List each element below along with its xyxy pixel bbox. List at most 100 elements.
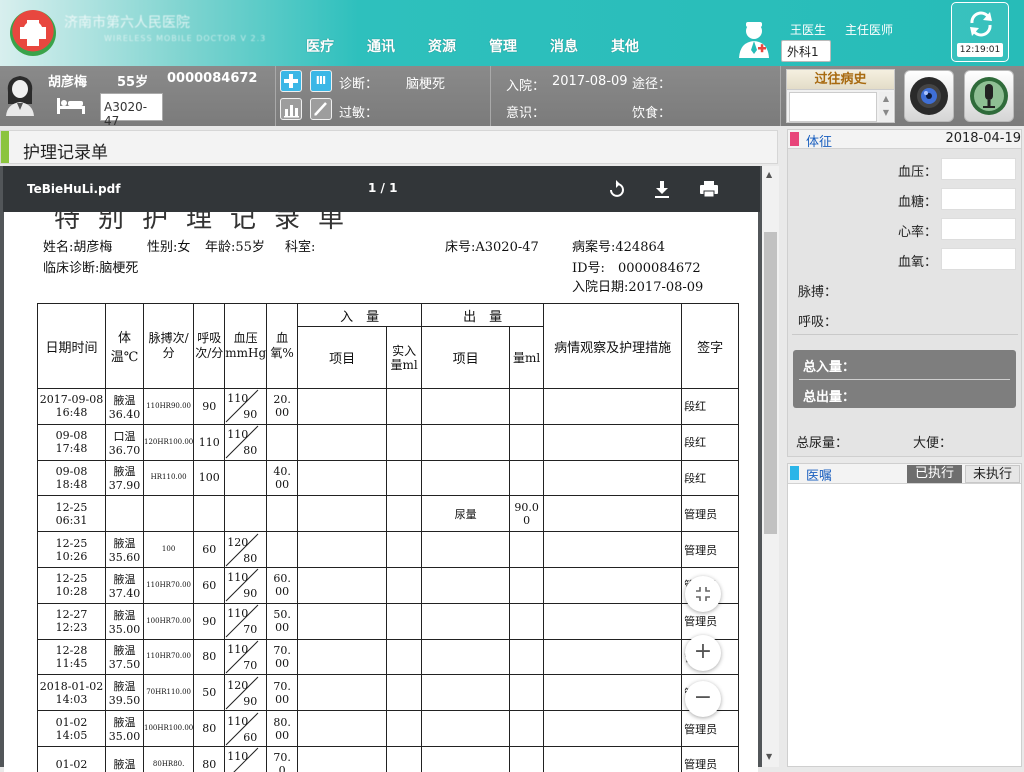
department-line: 科室: [285,236,315,255]
cell-text: 腋温 [106,714,143,730]
cell-temp: 腋温37.90 [106,460,144,496]
edit-button[interactable] [310,98,332,120]
admission-label: 入院： [506,75,545,94]
cell-pulse: 100HR100.00 [144,711,194,747]
cell-text: 段红 [684,470,738,486]
bp-diastolic: 90 [243,587,257,600]
rotate-icon[interactable] [605,178,627,200]
cell-bp: 12080 [225,532,267,568]
bp-systolic: 110 [227,571,248,584]
document-title: 特别护理记录单 [54,212,362,235]
pdf-viewer[interactable]: TeBieHuLi.pdf 1 / 1 ▲ ▼ 特别护理记录单 姓名:胡彦梅 性… [0,166,779,767]
zoom-in-button[interactable]: + [685,635,721,671]
cell-bp: 11080 [225,424,267,460]
zoom-out-button[interactable]: − [685,681,721,717]
cell-spo2: 70.0 [267,746,298,772]
bp-systolic: 110 [227,607,248,620]
blood-oxygen-field[interactable] [941,248,1016,270]
cell-text: 腋温 [106,571,143,587]
tab-executed[interactable]: 已执行 [907,465,962,483]
cell-resp [194,496,225,532]
cell-text: 腋温 [106,607,143,623]
nav-other[interactable]: 其他 [605,36,666,56]
microphone-button[interactable] [964,70,1014,122]
add-button[interactable] [280,70,302,92]
chart-button[interactable] [280,98,302,120]
cell-datetime: 2018-01-0214:03 [38,675,106,711]
table-row: 12-2811:45腋温37.50110HR70.00801107070.00管… [38,639,739,675]
nav-resources[interactable]: 资源 [422,36,483,56]
cell-text: 2017-09-08 [38,393,105,406]
print-icon[interactable] [698,178,720,200]
cell-text: 100 [144,545,193,554]
heart-rate-field[interactable] [941,218,1016,240]
cell-observation [544,746,682,772]
cell-text: 腋温 [106,463,143,479]
diet-label: 饮食： [632,102,671,121]
level-button[interactable]: Ⅲ [310,70,332,92]
cell-datetime: 01-0214:05 [38,711,106,747]
department-select[interactable]: 外科1 [781,40,831,62]
cell-datetime: 12-2506:31 [38,496,106,532]
nav-communication[interactable]: 通讯 [361,36,422,56]
diagnosis-value: 脑梗死 [406,73,445,92]
cell-resp: 80 [194,639,225,675]
medical-history-text[interactable] [789,92,877,122]
table-row: 09-0817:48口温36.70120HR100.0011011080段红 [38,424,739,460]
scrollbar-thumb[interactable] [764,232,777,534]
nav-management[interactable]: 管理 [483,36,544,56]
cell-observation [544,496,682,532]
bed-number-field[interactable]: A3020-47 [100,93,163,121]
scroll-down-icon[interactable]: ▼ [766,752,772,761]
cell-text: 01-02 [38,758,105,771]
cell-spo2 [267,532,298,568]
cell-spo2: 50.00 [267,603,298,639]
col-output: 出 量 [422,304,544,327]
cell-text: 17:48 [38,442,105,455]
cell-bp: 110 [225,746,267,772]
main-nav: 医疗 通讯 资源 管理 消息 其他 [300,36,666,56]
table-row: 2017-09-0816:48腋温36.40110HR90.0090110902… [38,389,739,425]
nav-medical[interactable]: 医疗 [300,36,361,56]
cell-bp [225,496,267,532]
scroll-up-icon[interactable]: ▲ [766,170,772,179]
heart-rate-label: 心率： [898,221,937,240]
blood-pressure-label: 血压： [898,161,937,180]
cell-observation [544,603,682,639]
bp-systolic: 120 [227,536,248,549]
patient-age-line: 年龄:55岁 [205,236,265,255]
cell-text: 尿量 [422,506,509,522]
cell-pulse: 110HR70.00 [144,639,194,675]
col-resp: 呼吸次/分 [194,304,225,389]
cell-text: 35.00 [106,623,143,636]
cell-signature: 管理员 [682,746,739,772]
col-bp: 血压mmHg [225,304,267,389]
patient-age: 55岁 [117,71,148,90]
camera-button[interactable] [904,70,954,122]
orders-panel: 医嘱 已执行 未执行 [787,463,1022,767]
cell-datetime: 2017-09-0816:48 [38,389,106,425]
history-scrollbar[interactable]: ▲▼ [879,92,893,122]
blood-sugar-field[interactable] [941,188,1016,210]
refresh-button[interactable]: 12:19:01 [951,2,1009,62]
cell-resp: 110 [194,424,225,460]
col-observation: 病情观察及护理措施 [544,304,682,389]
download-icon[interactable] [651,178,673,200]
patient-sex-line: 性别:女 [147,236,190,255]
cell-intake-item [298,424,387,460]
cell-intake-amount [387,675,422,711]
cell-text: 09-08 [38,429,105,442]
table-row: 01-0214:05腋温35.00100HR100.00801106080.00… [38,711,739,747]
tab-pending[interactable]: 未执行 [965,465,1020,483]
vitals-title: 体征 [806,131,832,150]
cell-intake-item [298,603,387,639]
fit-page-button[interactable] [685,576,721,612]
blood-pressure-field[interactable] [941,158,1016,180]
cell-text: 35.60 [106,551,143,564]
nav-messages[interactable]: 消息 [544,36,605,56]
cell-temp: 腋温35.60 [106,532,144,568]
pdf-scrollbar[interactable]: ▲ ▼ [762,166,779,767]
orders-header: 医嘱 已执行 未执行 [788,464,1021,484]
refresh-icon [966,9,996,39]
col-datetime: 日期时间 [38,304,106,389]
